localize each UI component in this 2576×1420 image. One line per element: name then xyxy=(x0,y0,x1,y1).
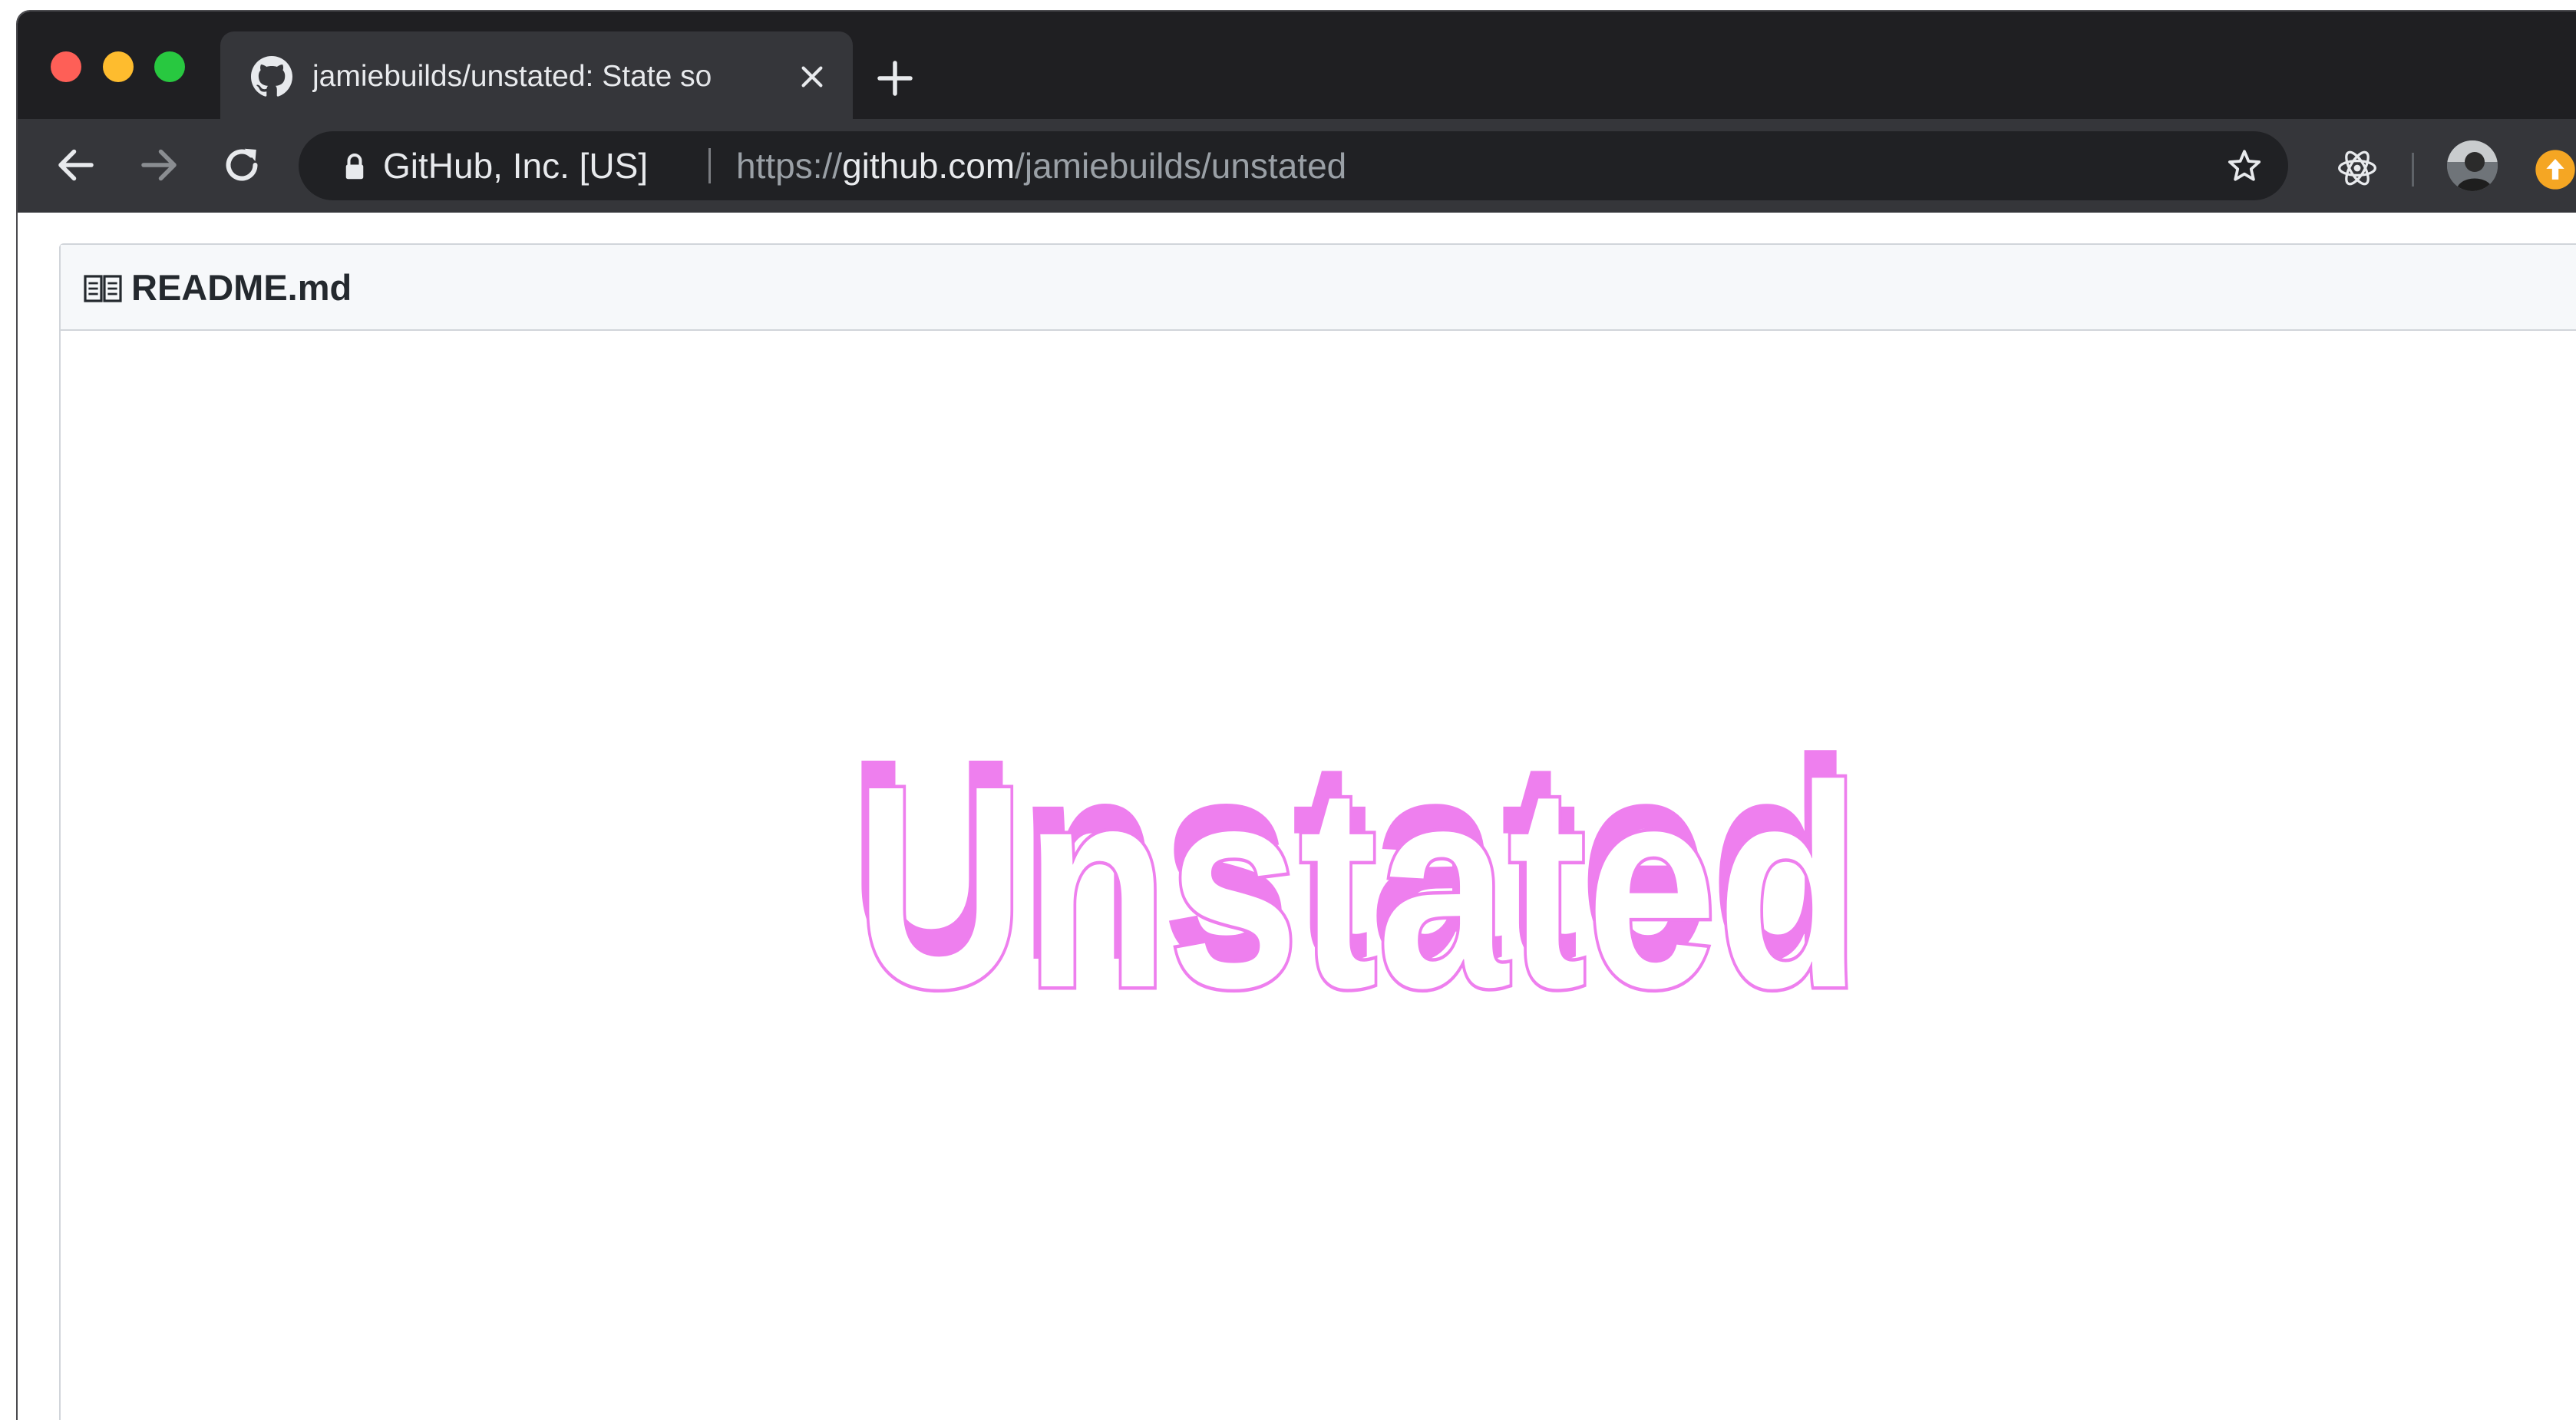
page-content: README.md Unstated Unstated xyxy=(18,213,2576,1420)
logo-front-text: Unstated xyxy=(855,727,1861,1043)
github-icon xyxy=(251,56,292,97)
url-scheme: https:// xyxy=(736,146,843,186)
react-devtools-icon[interactable] xyxy=(2336,147,2379,190)
url-path: /jamiebuilds/unstated xyxy=(1015,146,1347,186)
window-minimize-button[interactable] xyxy=(103,51,134,82)
update-arrow-icon[interactable] xyxy=(2534,148,2576,191)
tab-title: jamiebuilds/unstated: State so xyxy=(312,60,712,93)
readme-filename[interactable]: README.md xyxy=(131,245,352,331)
url-host: github.com xyxy=(842,146,1016,186)
address-bar[interactable]: GitHub, Inc. [US] https://github.com/jam… xyxy=(299,131,2288,200)
reload-icon[interactable] xyxy=(219,142,265,188)
toolbar-divider xyxy=(2412,153,2414,187)
readme-header: README.md xyxy=(61,245,2576,331)
new-tab-button[interactable] xyxy=(876,59,914,97)
active-tab[interactable]: jamiebuilds/unstated: State so xyxy=(220,31,853,119)
url-text[interactable]: https://github.com/jamiebuilds/unstated xyxy=(736,131,1346,200)
browser-toolbar: GitHub, Inc. [US] https://github.com/jam… xyxy=(18,119,2576,213)
close-icon[interactable] xyxy=(798,62,827,91)
omnibox-divider xyxy=(708,148,711,183)
tab-strip: jamiebuilds/unstated: State so xyxy=(18,12,2576,119)
window-maximize-button[interactable] xyxy=(154,51,185,82)
site-identity[interactable]: GitHub, Inc. [US] xyxy=(383,131,648,200)
unstated-logo: Unstated Unstated xyxy=(798,699,1903,1052)
book-icon xyxy=(84,275,122,302)
arrow-left-icon[interactable] xyxy=(53,142,99,188)
arrow-right-icon[interactable] xyxy=(136,142,182,188)
profile-photo-icon xyxy=(2447,140,2498,191)
window-close-button[interactable] xyxy=(51,51,81,82)
browser-window: jamiebuilds/unstated: State so GitHub, I… xyxy=(16,10,2576,1420)
lock-icon[interactable] xyxy=(343,153,366,180)
star-icon[interactable] xyxy=(2225,147,2264,185)
readme-container: README.md Unstated Unstated xyxy=(59,243,2576,1420)
profile-avatar[interactable] xyxy=(2447,140,2498,191)
unstated-logo-graphic: Unstated Unstated xyxy=(847,699,1864,1052)
